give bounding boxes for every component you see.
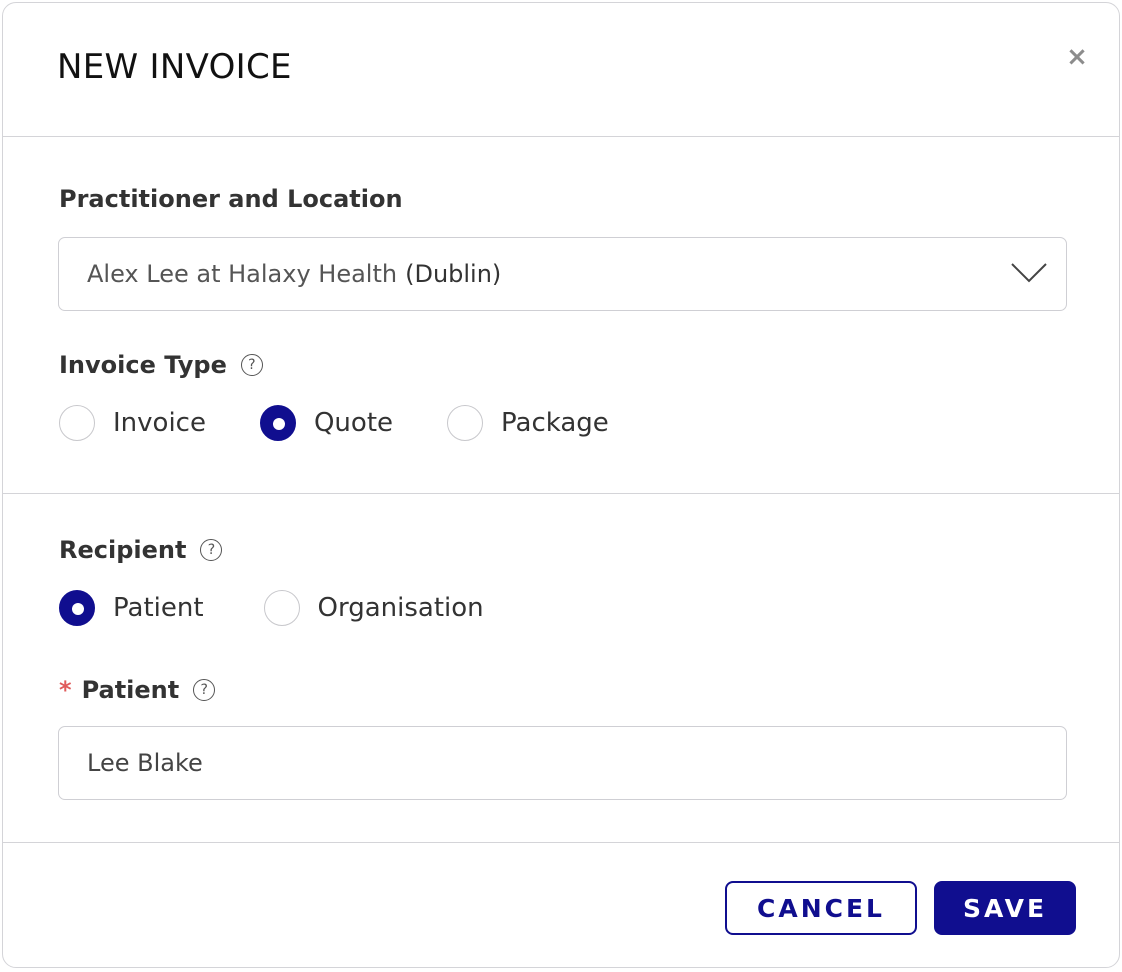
invoice-type-label-text: Invoice Type <box>59 351 227 379</box>
patient-label: * Patient ? <box>59 676 216 704</box>
recipient-label: Recipient ? <box>59 536 223 564</box>
radio-invoice[interactable]: Invoice <box>59 405 206 441</box>
radio-label: Package <box>501 408 609 438</box>
patient-input[interactable]: Lee Blake <box>58 726 1067 800</box>
required-mark: * <box>59 676 72 704</box>
recipient-label-text: Recipient <box>59 536 187 564</box>
radio-circle <box>59 590 95 626</box>
radio-label: Invoice <box>113 408 206 438</box>
practitioner-selected-location: (Dublin) <box>405 260 502 288</box>
invoice-type-label: Invoice Type ? <box>59 351 263 379</box>
patient-label-text: Patient <box>81 676 180 704</box>
practitioner-select[interactable]: Alex Lee at Halaxy Health (Dublin) <box>58 237 1067 311</box>
help-icon[interactable]: ? <box>193 679 216 701</box>
cancel-button[interactable]: CANCEL <box>725 881 917 935</box>
radio-organisation[interactable]: Organisation <box>263 590 484 626</box>
radio-quote[interactable]: Quote <box>259 405 394 441</box>
recipient-section: Recipient ? Patient Organisation * Patie… <box>3 494 1119 843</box>
new-invoice-dialog: NEW INVOICE × Practitioner and Location … <box>2 2 1120 968</box>
close-icon[interactable]: × <box>1063 43 1091 71</box>
practitioner-label: Practitioner and Location <box>59 185 403 213</box>
help-icon[interactable]: ? <box>200 539 223 561</box>
radio-label: Organisation <box>317 593 484 623</box>
radio-label: Patient <box>113 593 204 623</box>
dialog-header: NEW INVOICE × <box>3 3 1119 137</box>
help-icon[interactable]: ? <box>240 354 263 376</box>
recipient-radio-group: Patient Organisation <box>59 590 484 626</box>
radio-circle <box>59 405 95 441</box>
dialog-footer: CANCEL SAVE <box>3 843 1119 967</box>
dialog-title: NEW INVOICE <box>57 47 292 87</box>
radio-patient[interactable]: Patient <box>59 590 204 626</box>
patient-input-value: Lee Blake <box>87 749 203 777</box>
radio-circle <box>259 405 296 441</box>
chevron-down-icon <box>1011 263 1047 283</box>
practitioner-selected-name: Alex Lee at Halaxy Health <box>87 260 398 288</box>
radio-circle <box>263 590 300 626</box>
invoice-details-section: Practitioner and Location Alex Lee at Ha… <box>3 137 1119 494</box>
radio-label: Quote <box>313 408 394 438</box>
radio-package[interactable]: Package <box>447 405 609 441</box>
practitioner-label-text: Practitioner and Location <box>59 185 403 213</box>
radio-circle <box>447 405 484 441</box>
save-button[interactable]: SAVE <box>934 881 1076 935</box>
invoice-type-radio-group: Invoice Quote Package <box>59 405 609 441</box>
